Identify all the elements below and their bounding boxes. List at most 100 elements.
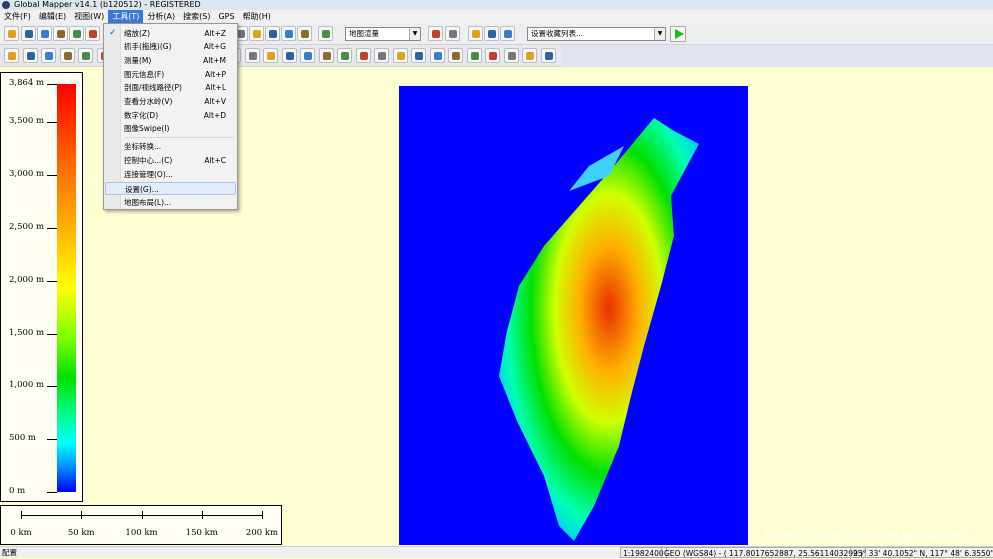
scale-bar: 0 km 50 km 100 km 150 km 200 km <box>0 505 282 545</box>
tool-icon <box>472 30 480 38</box>
menu-view[interactable]: 视图(W) <box>70 10 108 23</box>
elevation-legend: 3,864 m 3,500 m 3,000 m 2,500 m 2,000 m 1,500… <box>0 72 83 502</box>
menu-item[interactable]: 设置(G)... <box>105 182 236 195</box>
legend-tick-label: 1,500 m <box>9 327 45 338</box>
toolbar-button[interactable] <box>500 26 515 41</box>
toolbar-button[interactable] <box>485 48 500 63</box>
menu-item[interactable]: 坐标转换... <box>105 140 236 153</box>
toolbar-button[interactable] <box>429 48 445 63</box>
menu-item[interactable]: 地图布局(L)... <box>105 196 236 209</box>
scale-label: 100 km <box>125 528 158 538</box>
toolbar-button[interactable] <box>22 48 38 63</box>
favorites-combo[interactable]: 设置收藏列表... ▼ <box>527 27 666 41</box>
toolbar-button[interactable] <box>318 26 333 41</box>
toolbar-button[interactable] <box>37 26 52 41</box>
menu-item[interactable]: 数字化(D) Alt+D <box>105 109 236 122</box>
toolbar-button[interactable] <box>392 48 408 63</box>
tool-icon <box>378 52 386 60</box>
tool-icon <box>322 52 331 60</box>
toolbar-button[interactable] <box>263 48 278 63</box>
tool-icon <box>341 52 349 60</box>
toolbar-button[interactable] <box>53 26 68 41</box>
menu-item-label: 地图布局(L)... <box>124 198 172 207</box>
tool-icon <box>253 30 261 38</box>
tool-icon <box>489 52 497 60</box>
menu-item-shortcut: Alt+Z <box>204 29 226 38</box>
menu-item[interactable]: 剖面/视线路径(P) Alt+L <box>105 81 236 94</box>
toolbar-button[interactable] <box>468 26 483 41</box>
toolbar-button[interactable] <box>522 48 537 63</box>
toolbar-button[interactable] <box>4 26 19 41</box>
menu-item[interactable]: 测量(M) Alt+M <box>105 54 236 67</box>
tool-icon <box>285 52 294 60</box>
menu-item[interactable]: 图元信息(F) Alt+P <box>105 68 236 81</box>
tick-mark <box>47 84 57 85</box>
toolbar-button[interactable] <box>337 48 352 63</box>
toolbar-button[interactable] <box>297 26 312 41</box>
menu-item[interactable]: 图像Swipe(I) <box>105 122 236 135</box>
menu-item-shortcut: Alt+C <box>204 156 226 165</box>
island-elevation <box>499 118 699 541</box>
menu-analysis[interactable]: 分析(A) <box>143 10 179 23</box>
menu-item[interactable]: 抓手(拖拽)(G) Alt+G <box>105 40 236 53</box>
menu-gps[interactable]: GPS <box>214 10 238 23</box>
menu-item-label: 测量(M) <box>124 56 152 65</box>
toolbar-button[interactable] <box>484 26 499 41</box>
toolbar-button[interactable] <box>466 48 482 63</box>
tool-icon <box>63 52 72 60</box>
toolbar-button[interactable] <box>428 26 443 41</box>
tool-icon <box>89 30 97 38</box>
digitizer-toolbar <box>0 45 562 67</box>
scale-tick <box>201 511 203 519</box>
map-view[interactable] <box>399 86 748 545</box>
tick-mark <box>47 175 57 177</box>
play-button[interactable] <box>670 26 686 42</box>
tool-icon <box>415 52 423 60</box>
menu-item[interactable]: 查看分水岭(V) Alt+V <box>105 95 236 108</box>
app-logo-icon <box>2 1 10 9</box>
toolbar-button[interactable] <box>4 48 19 63</box>
menu-tools[interactable]: 工具(T) <box>108 10 144 23</box>
toolbar-button[interactable] <box>249 26 264 41</box>
menu-search[interactable]: 搜索(S) <box>179 10 214 23</box>
tick-mark <box>47 386 57 388</box>
menu-help[interactable]: 帮助(H) <box>239 10 275 23</box>
chevron-down-icon[interactable]: ▼ <box>654 28 665 40</box>
toolbar-button[interactable] <box>59 48 75 63</box>
toolbar-button[interactable] <box>374 48 389 63</box>
toolbar-button[interactable] <box>244 48 260 63</box>
menu-edit[interactable]: 编辑(E) <box>35 10 70 23</box>
tool-icon <box>25 30 33 38</box>
toolbar-button[interactable] <box>69 26 84 41</box>
tick-mark <box>47 228 57 230</box>
title-bar: Global Mapper v14.1 (b120512) - REGISTER… <box>0 0 993 10</box>
map-layer-combo[interactable]: 地图渲量 ▼ <box>345 27 421 41</box>
chevron-down-icon[interactable]: ▼ <box>409 28 420 40</box>
menu-item-label: 抓手(拖拽)(G) <box>124 42 172 51</box>
toolbar-button[interactable] <box>281 48 297 63</box>
toolbar-button[interactable] <box>540 48 556 63</box>
toolbar-button[interactable] <box>21 26 36 41</box>
menu-item-label: 图元信息(F) <box>124 70 165 79</box>
toolbar-button[interactable] <box>503 48 519 63</box>
toolbar-button[interactable] <box>85 26 100 41</box>
legend-tick-label: 2,000 m <box>9 274 45 285</box>
toolbar-button[interactable] <box>300 48 315 63</box>
toolbar-button[interactable] <box>265 26 280 41</box>
toolbar-button[interactable] <box>445 26 460 41</box>
toolbar-button[interactable] <box>355 48 371 63</box>
scale-label: 50 km <box>67 528 95 538</box>
toolbar-button[interactable] <box>281 26 296 41</box>
menu-item[interactable]: ✓ 缩放(Z) Alt+Z <box>105 27 236 40</box>
toolbar-button[interactable] <box>78 48 93 63</box>
tool-icon <box>301 30 309 38</box>
menu-file[interactable]: 文件(F) <box>0 10 35 23</box>
window-title: Global Mapper v14.1 (b120512) - REGISTER… <box>14 0 201 9</box>
tools-dropdown-menu: ✓ 缩放(Z) Alt+Z 抓手(拖拽)(G) Alt+G 测量(M) Alt+M 图元信息(… <box>103 23 238 210</box>
toolbar-button[interactable] <box>318 48 334 63</box>
toolbar-button[interactable] <box>41 48 56 63</box>
toolbar-button[interactable] <box>411 48 426 63</box>
menu-item[interactable]: 控制中心...(C) Alt+C <box>105 154 236 167</box>
toolbar-button[interactable] <box>448 48 463 63</box>
menu-item[interactable]: 连接管理(O)... <box>105 168 236 181</box>
